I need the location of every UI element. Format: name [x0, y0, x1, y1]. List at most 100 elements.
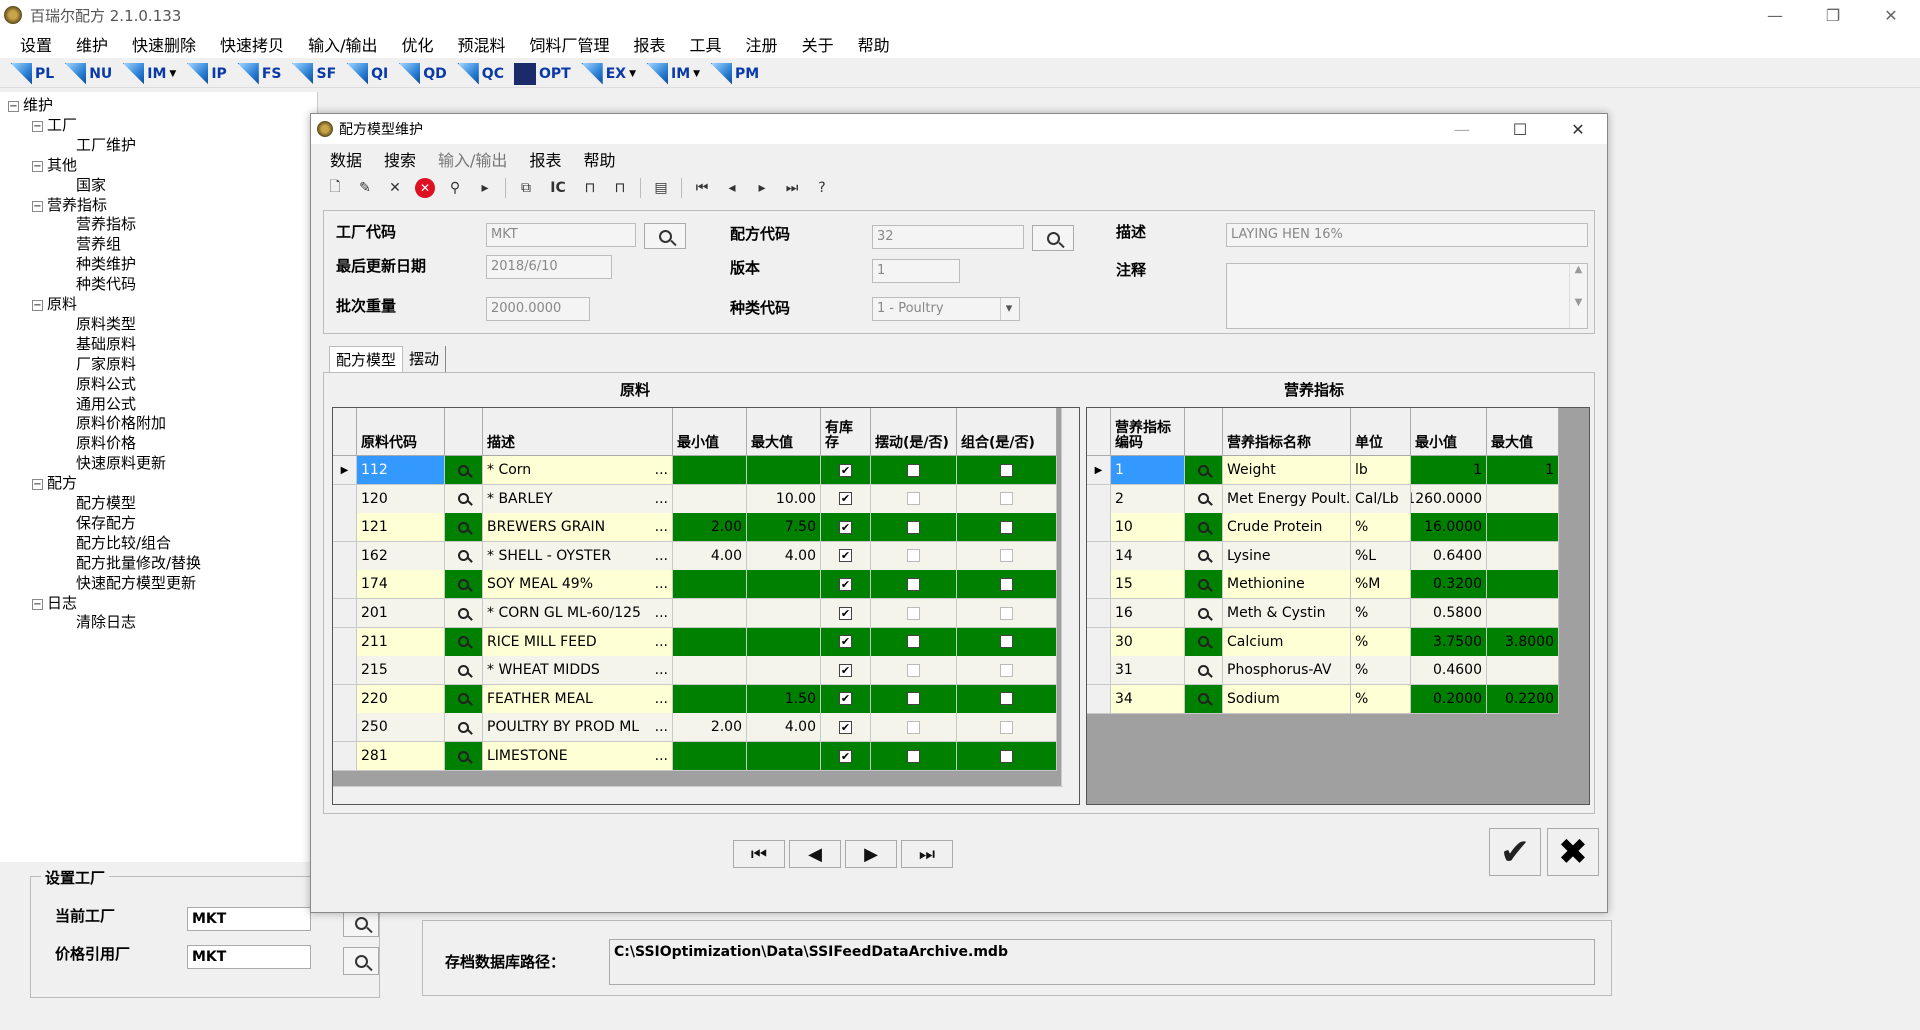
row-indicator[interactable]	[333, 570, 357, 600]
nutrient-code-cell[interactable]: 10	[1111, 513, 1185, 543]
combo-checkbox-cell[interactable]	[957, 713, 1057, 743]
price-factory-search-button[interactable]	[343, 947, 379, 975]
ingredient-desc-cell[interactable]: FEATHER MEAL...	[483, 684, 673, 714]
first-record-button[interactable]: ⏮	[733, 840, 785, 868]
nutrient-min-cell[interactable]: 3.7500	[1411, 627, 1487, 657]
tab-swing[interactable]: 摆动	[403, 346, 447, 372]
dialog-menu-item-0[interactable]: 数据	[319, 147, 373, 171]
tab-formula-model[interactable]: 配方模型	[329, 346, 404, 372]
combo-checkbox-cell[interactable]	[957, 456, 1057, 485]
checkbox[interactable]: ✔	[839, 549, 852, 563]
checkbox[interactable]	[907, 463, 920, 477]
combo-checkbox-cell[interactable]	[957, 599, 1057, 628]
menu-item-6[interactable]: 预混料	[445, 32, 517, 56]
menu-item-1[interactable]: 维护	[64, 32, 120, 56]
row-indicator[interactable]: ▶	[1087, 456, 1111, 485]
nutrient-unit-cell[interactable]: %	[1351, 627, 1411, 657]
ic-icon[interactable]: IC	[546, 178, 570, 198]
combo-checkbox-cell[interactable]	[957, 570, 1057, 600]
nutrient-code-cell[interactable]: 34	[1111, 684, 1185, 714]
ingredient-code-cell[interactable]: 211	[357, 627, 445, 657]
nutrient-code-cell[interactable]: 1	[1111, 456, 1185, 485]
ellipsis-button[interactable]: ...	[655, 719, 668, 735]
delete-icon[interactable]: ✕	[385, 178, 405, 198]
checkbox[interactable]: ✔	[839, 520, 852, 534]
nutrient-min-cell[interactable]: 0.6400	[1411, 541, 1487, 571]
nutrient-row[interactable]: 14 Lysine %L 0.6400	[1087, 541, 1559, 571]
checkbox[interactable]: ✔	[839, 606, 852, 620]
ingredient-search-cell[interactable]	[445, 656, 483, 686]
ingredient-code-cell[interactable]: 112	[357, 456, 445, 485]
tree-node[interactable]: 原料类型	[76, 313, 136, 334]
tree-node[interactable]: − 其他	[32, 154, 77, 175]
tree-node[interactable]: 种类代码	[76, 273, 136, 294]
nutrient-search-cell[interactable]	[1185, 570, 1223, 600]
nutrient-code-cell[interactable]: 15	[1111, 570, 1185, 600]
toolbar-button-fs[interactable]: FS	[236, 62, 281, 85]
ingredient-row[interactable]: 120 * BARLEY... 10.00 ✔	[333, 484, 1057, 514]
last-update-input[interactable]: 2018/6/10	[486, 255, 612, 279]
ingredient-search-cell[interactable]	[445, 684, 483, 714]
tree-node[interactable]: 快速配方模型更新	[76, 572, 196, 593]
nutrient-code-cell[interactable]: 14	[1111, 541, 1185, 571]
checkbox[interactable]	[907, 492, 920, 506]
tree-node[interactable]: 保存配方	[76, 512, 136, 533]
nutrient-row[interactable]: 15 Methionine %M 0.3200	[1087, 570, 1559, 600]
nutrients-column-header[interactable]: 单位	[1351, 408, 1411, 456]
ingredients-column-header[interactable]: 最大值	[747, 408, 821, 456]
menu-item-5[interactable]: 优化	[389, 32, 445, 56]
menu-item-2[interactable]: 快速删除	[120, 32, 208, 56]
checkbox[interactable]	[1000, 720, 1013, 734]
ingredients-column-header[interactable]: 原料代码	[357, 408, 445, 456]
nutrient-code-cell[interactable]: 16	[1111, 599, 1185, 628]
collapse-icon[interactable]: −	[32, 160, 43, 172]
ingredient-max-cell[interactable]	[747, 570, 821, 600]
unlock-icon[interactable]: ⊓	[580, 178, 600, 198]
nutrient-min-cell[interactable]: 1	[1411, 456, 1487, 485]
nutrient-max-cell[interactable]	[1487, 484, 1559, 514]
checkbox[interactable]: ✔	[839, 577, 852, 591]
ingredient-max-cell[interactable]: 4.00	[747, 541, 821, 571]
ellipsis-button[interactable]: ...	[655, 576, 668, 592]
ingredient-row[interactable]: 174 SOY MEAL 49%... ✔	[333, 570, 1057, 600]
stock-checkbox-cell[interactable]: ✔	[821, 484, 871, 514]
dialog-menu-item-3[interactable]: 报表	[518, 147, 572, 171]
nutrient-search-cell[interactable]	[1185, 513, 1223, 543]
stock-checkbox-cell[interactable]: ✔	[821, 627, 871, 657]
ingredient-row[interactable]: 220 FEATHER MEAL... 1.50 ✔	[333, 684, 1057, 714]
menu-item-3[interactable]: 快速拷贝	[208, 32, 296, 56]
toolbar-button-opt[interactable]: OPT	[513, 62, 571, 85]
chevron-down-icon[interactable]: ▼	[169, 69, 176, 79]
row-indicator[interactable]	[1087, 570, 1111, 600]
dialog-close-button[interactable]: ✕	[1549, 114, 1607, 144]
checkbox[interactable]	[1000, 749, 1013, 763]
nutrient-unit-cell[interactable]: Cal/Lb	[1351, 484, 1411, 514]
checkbox[interactable]: ✔	[839, 463, 852, 477]
search-icon[interactable]	[458, 693, 469, 705]
row-indicator[interactable]	[333, 484, 357, 514]
ingredient-min-cell[interactable]	[673, 656, 747, 686]
nutrient-min-cell[interactable]: 1260.0000	[1411, 484, 1487, 514]
row-indicator[interactable]	[333, 656, 357, 686]
ingredient-desc-cell[interactable]: * CORN GL ML-60/125...	[483, 599, 673, 628]
nutrient-name-cell[interactable]: Crude Protein	[1223, 513, 1351, 543]
swing-checkbox-cell[interactable]	[871, 513, 957, 543]
nutrient-row[interactable]: 10 Crude Protein% 16.0000	[1087, 513, 1559, 543]
find-next-icon[interactable]: ▸	[475, 178, 495, 198]
dialog-menu-item-4[interactable]: 帮助	[572, 147, 626, 171]
combo-checkbox-cell[interactable]	[957, 513, 1057, 543]
collapse-icon[interactable]: −	[32, 479, 43, 491]
version-input[interactable]: 1	[872, 259, 960, 283]
nutrient-unit-cell[interactable]: %	[1351, 599, 1411, 628]
nutrient-max-cell[interactable]	[1487, 541, 1559, 571]
nutrient-name-cell[interactable]: Met Energy Poult...	[1223, 484, 1351, 514]
search-icon[interactable]	[458, 521, 469, 533]
nutrient-search-cell[interactable]	[1185, 656, 1223, 686]
tree-node[interactable]: 原料价格附加	[76, 412, 166, 433]
next-record-icon[interactable]: ▸	[752, 178, 772, 198]
tree-node[interactable]: − 工厂	[32, 114, 77, 135]
search-icon[interactable]	[1198, 664, 1209, 676]
ingredient-desc-cell[interactable]: POULTRY BY PROD ML...	[483, 713, 673, 743]
ellipsis-button[interactable]: ...	[655, 691, 668, 707]
ok-button[interactable]: ✔	[1489, 828, 1541, 876]
